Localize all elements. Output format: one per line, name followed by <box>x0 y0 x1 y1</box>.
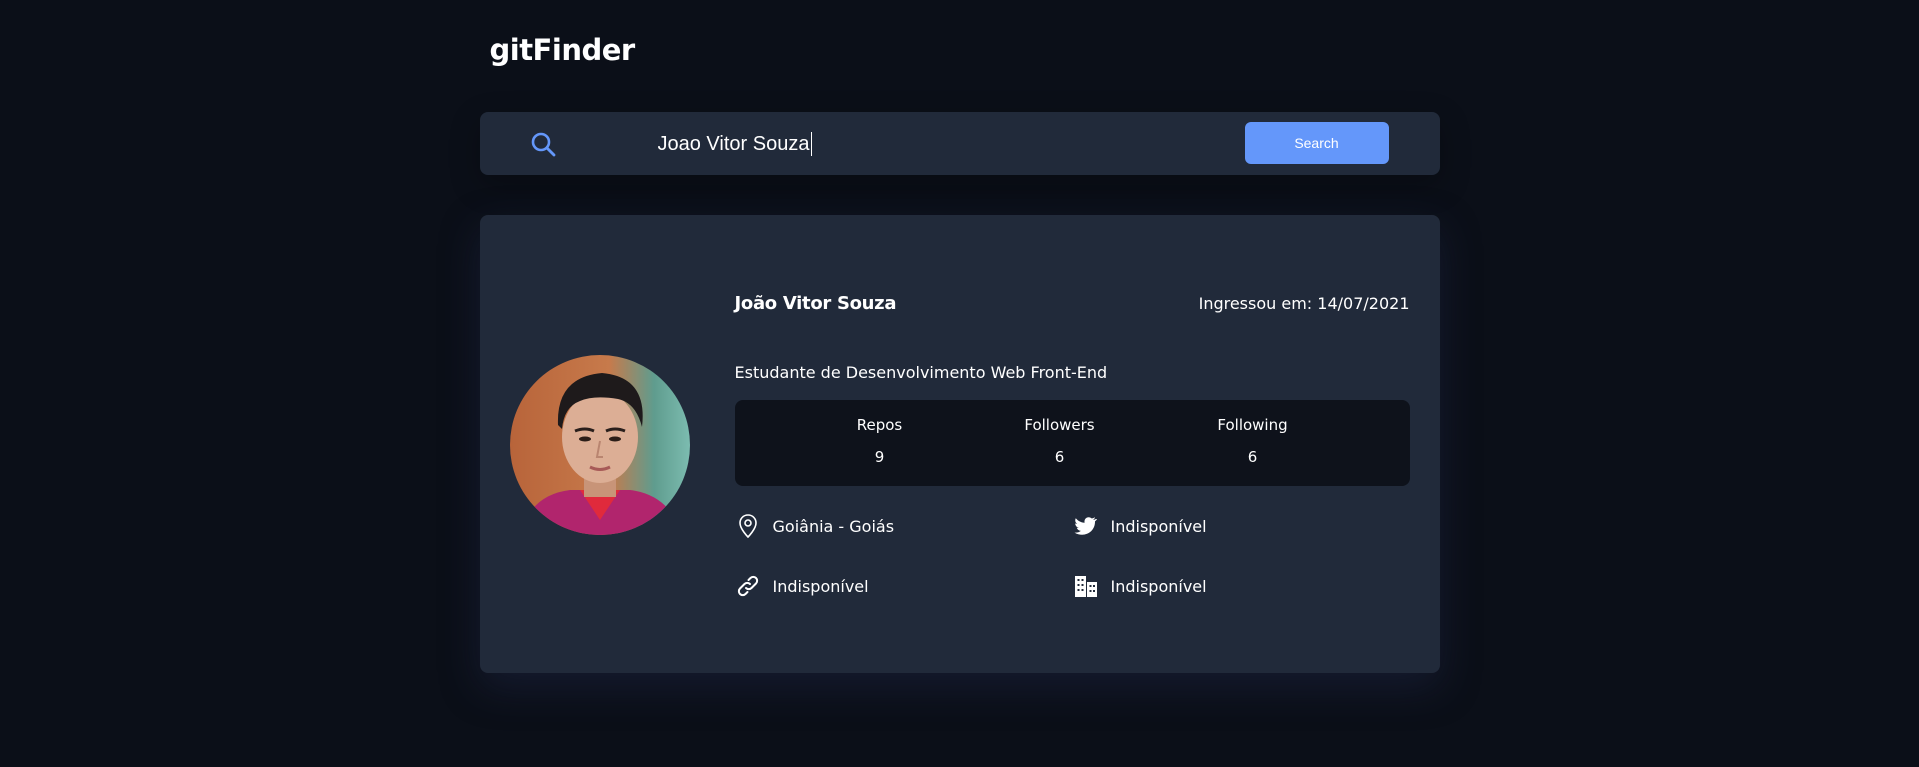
info-location-text: Goiânia - Goiás <box>772 516 895 536</box>
building-icon <box>1074 576 1097 597</box>
info-blog-text: Indisponível <box>772 576 869 596</box>
info-twitter: Indisponível <box>1073 513 1207 539</box>
link-icon <box>737 575 758 597</box>
stat-followers-label: Followers <box>1024 416 1095 434</box>
text-caret <box>810 132 812 156</box>
info-location: Goiânia - Goiás <box>735 513 895 539</box>
search-icon[interactable] <box>530 131 556 157</box>
stat-repos-label: Repos <box>856 416 903 434</box>
stat-followers: Followers 6 <box>990 416 1130 466</box>
twitter-icon <box>1074 517 1097 535</box>
join-date: Ingressou em: 14/07/2021 <box>1198 294 1410 313</box>
search-button[interactable]: Search <box>1244 122 1389 164</box>
app-logo: gitFinder <box>489 33 636 67</box>
info-twitter-text: Indisponível <box>1110 516 1207 536</box>
stat-following-label: Following <box>1217 416 1288 434</box>
stat-repos: Repos 9 <box>810 416 950 466</box>
stat-following: Following 6 <box>1183 416 1323 466</box>
map-pin-icon <box>738 514 757 539</box>
stats-panel: Repos 9 Followers 6 Following 6 <box>734 400 1410 486</box>
app-container: gitFinder Search <box>479 0 1440 673</box>
search-input[interactable] <box>657 124 1218 164</box>
user-name: João Vitor Souza <box>734 293 897 314</box>
stat-repos-value: 9 <box>874 448 885 466</box>
search-bar: Search <box>479 112 1440 175</box>
info-company-text: Indisponível <box>1110 576 1207 596</box>
profile-card: João Vitor Souza Ingressou em: 14/07/202… <box>479 215 1440 673</box>
info-company: Indisponível <box>1073 573 1207 599</box>
stat-following-value: 6 <box>1247 448 1258 466</box>
stat-followers-value: 6 <box>1054 448 1065 466</box>
user-bio: Estudante de Desenvolvimento Web Front-E… <box>734 363 1108 382</box>
avatar <box>509 355 690 535</box>
info-blog: Indisponível <box>735 573 869 599</box>
